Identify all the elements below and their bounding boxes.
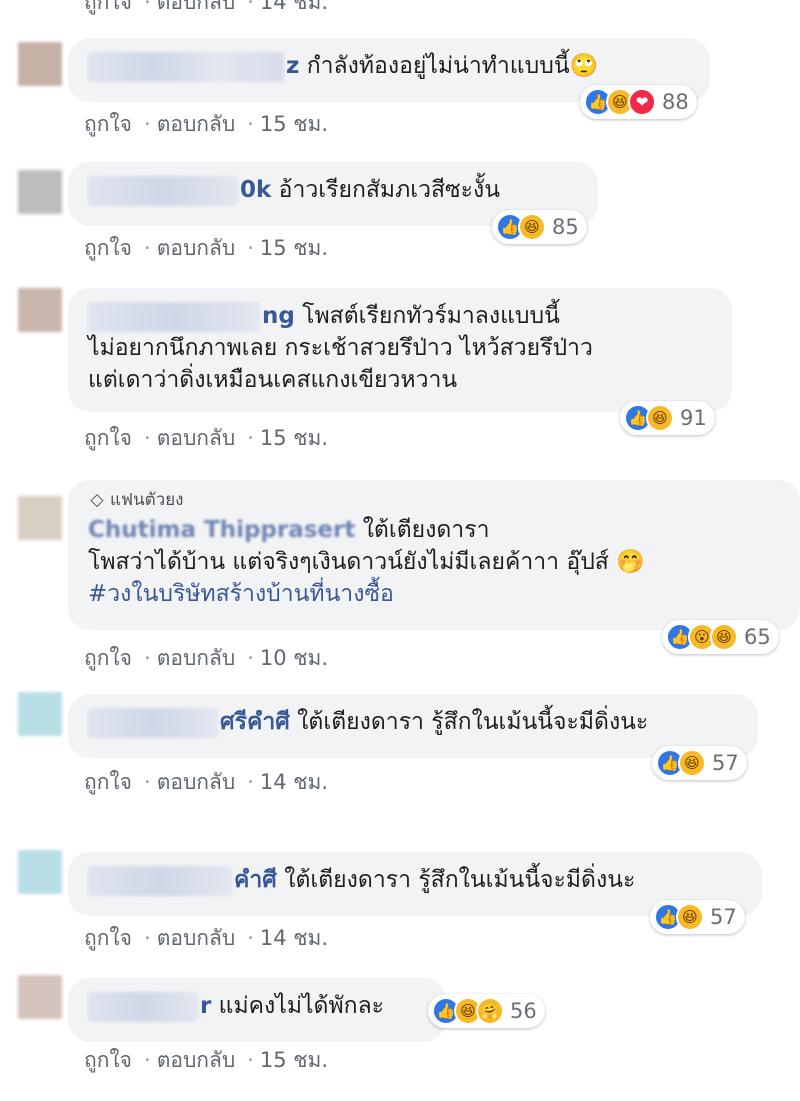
avatar[interactable] [18,850,62,894]
timestamp: 15 ชม. [259,112,329,136]
comment-actions: ถูกใจ · ตอบกลับ · 15 ชม. [84,112,329,136]
avatar[interactable] [18,975,62,1019]
timestamp: 15 ชม. [259,426,329,450]
comment-bubble: ศรีคำศี ใต้เตียงดารา รู้สึกในเม้นนี้จะมี… [68,694,758,758]
commenter-name[interactable]: ศรีคำศี [220,709,290,735]
avatar[interactable] [18,42,62,86]
comment-actions: ถูกใจ · ตอบกลับ · 14 ชม. [84,770,329,794]
blurred-name[interactable] [88,991,198,1022]
comment-actions: ถูกใจ · ตอบกลับ · 10 ชม. [84,646,329,670]
like-link[interactable]: ถูกใจ [84,770,132,794]
haha-icon: 😆 [678,749,706,777]
haha-icon: 😆 [646,404,674,432]
comment-text-line: ใต้เตียงดารา [362,517,490,543]
commenter-name[interactable]: คำศี [234,867,277,893]
timestamp: 14 ชม. [259,0,329,14]
comment-actions: ถูกใจ · ตอบกลับ · 14 ชม. [84,926,329,950]
reaction-summary[interactable]: 👍 😆 57 [652,746,747,780]
reaction-summary[interactable]: 👍 😆 ❤ 88 [580,85,697,119]
reply-link[interactable]: ตอบกลับ [157,646,236,670]
reply-link[interactable]: ตอบกลับ [157,426,236,450]
reaction-count: 57 [712,751,739,775]
comment-actions: ถูกใจ · ตอบกลับ · 15 ชม. [84,1048,329,1072]
comment-text-line: ไม่อยากนึกภาพเลย กระเช้าสวยรึป่าว ไหว้สว… [88,335,593,361]
commenter-name[interactable]: r [200,993,211,1019]
comment-bubble: ng โพสต์เรียกทัวร์มาลงแบบนี้ ไม่อยากนึกภ… [68,288,732,412]
top-fan-badge: ◇ แฟนตัวยง [88,488,780,512]
timestamp: 15 ชม. [259,1048,329,1072]
comment-text: กำลังท้องอยู่ไม่น่าทำแบบนี้🙄 [306,53,599,79]
comment-bubble: ◇ แฟนตัวยง Chutima Thipprasert ใต้เตียงดา… [68,480,800,630]
timestamp: 14 ชม. [259,770,329,794]
reaction-summary[interactable]: 👍 😆 91 [620,401,715,435]
comment-text: ใต้เตียงดารา รู้สึกในเม้นนี้จะมีดิ่งนะ [284,867,636,893]
reaction-summary[interactable]: 👍 😮 😆 65 [662,620,779,654]
commenter-name[interactable]: Chutima Thipprasert [88,517,355,543]
reply-link[interactable]: ตอบกลับ [157,112,236,136]
reply-link[interactable]: ตอบกลับ [157,0,236,14]
comment-text: อ้าวเรียกสัมภเวสีซะงั้น [278,177,500,203]
avatar[interactable] [18,496,62,540]
comment-text-line: โพสต์เรียกทัวร์มาลงแบบนี้ [302,303,560,329]
commenter-name[interactable]: ng [262,303,295,329]
blurred-name[interactable] [88,301,260,332]
avatar[interactable] [18,170,62,214]
care-icon: 🤗 [476,997,504,1025]
timestamp: 15 ชม. [259,236,329,260]
reply-link[interactable]: ตอบกลับ [157,236,236,260]
haha-icon: 😆 [710,623,738,651]
reply-link[interactable]: ตอบกลับ [157,926,236,950]
commenter-name[interactable]: 0k [240,177,271,203]
love-icon: ❤ [628,88,656,116]
comment-text-line: แต่เดาว่าดิ่งเหมือนเคสแกงเขียวหวาน [88,367,458,393]
reaction-summary[interactable]: 👍 😆 85 [492,210,587,244]
blurred-name[interactable] [88,175,238,206]
like-link[interactable]: ถูกใจ [84,426,132,450]
reaction-count: 88 [662,90,689,114]
comment-text: แม่คงไม่ได้พักละ [218,993,385,1019]
reaction-count: 57 [710,905,737,929]
like-link[interactable]: ถูกใจ [84,926,132,950]
haha-icon: 😆 [518,213,546,241]
comment-actions: ถูกใจ · ตอบกลับ · 15 ชม. [84,426,329,450]
like-link[interactable]: ถูกใจ [84,0,132,14]
top-partial-actions: ถูกใจ · ตอบกลับ · 14 ชม. [84,0,334,19]
like-link[interactable]: ถูกใจ [84,646,132,670]
reaction-count: 56 [510,999,537,1023]
reply-link[interactable]: ตอบกลับ [157,1048,236,1072]
comment-actions: ถูกใจ · ตอบกลับ · 15 ชม. [84,236,329,260]
reaction-count: 85 [552,215,579,239]
blurred-name[interactable] [88,51,284,82]
blurred-name[interactable] [88,865,232,896]
comment-text: ใต้เตียงดารา รู้สึกในเม้นนี้จะมีดิ่งนะ [297,709,649,735]
timestamp: 14 ชม. [259,926,329,950]
reply-link[interactable]: ตอบกลับ [157,770,236,794]
reaction-count: 91 [680,406,707,430]
comment-text-line: โพสว่าได้บ้าน แต่จริงๆเงินดาวน์ยังไม่มีเ… [88,549,645,575]
commenter-name[interactable]: z [286,53,299,79]
hashtag-link[interactable]: #วงในบริษัทสร้างบ้านที่นางซื้อ [88,578,780,610]
like-link[interactable]: ถูกใจ [84,1048,132,1072]
comment-bubble: r แม่คงไม่ได้พักละ [68,978,446,1042]
avatar[interactable] [18,288,62,332]
like-link[interactable]: ถูกใจ [84,236,132,260]
like-link[interactable]: ถูกใจ [84,112,132,136]
avatar[interactable] [18,692,62,736]
diamond-icon: ◇ [90,490,104,510]
reaction-summary[interactable]: 👍 😆 57 [650,900,745,934]
haha-icon: 😆 [676,903,704,931]
blurred-name[interactable] [88,707,218,738]
reaction-summary[interactable]: 👍 😆 🤗 56 [428,994,545,1028]
reaction-count: 65 [744,625,771,649]
timestamp: 10 ชม. [259,646,329,670]
